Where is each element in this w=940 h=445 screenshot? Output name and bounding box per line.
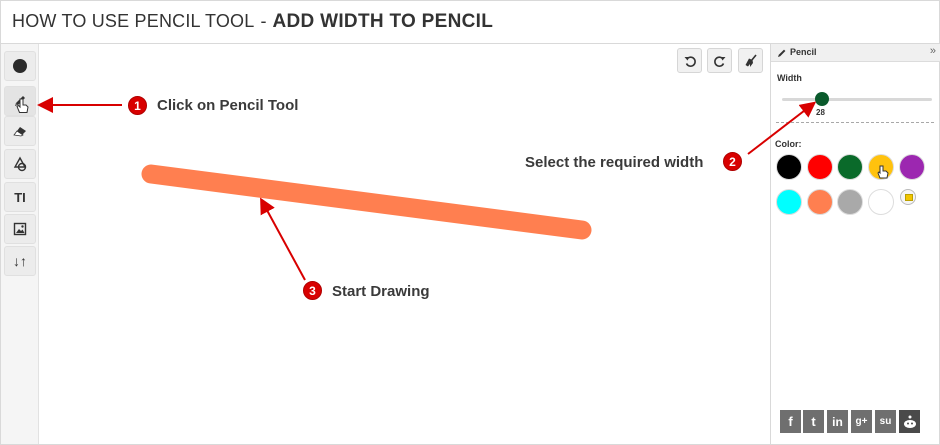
pencil-icon [15,96,25,106]
shapes-tool-button[interactable] [4,149,36,179]
pencil-stroke [141,164,592,240]
color-swatch-purple[interactable] [899,154,925,180]
width-slider-track[interactable] [782,98,932,101]
undo-button[interactable] [677,48,702,73]
width-label: Width [777,73,802,83]
reddit-icon [903,415,916,428]
color-swatch-green[interactable] [837,154,863,180]
page-main-title: ADD WIDTH TO PENCIL [272,11,494,32]
pencil-icon [778,49,786,57]
stumbleupon-share-button[interactable]: su [875,410,896,433]
facebook-icon: f [788,414,793,429]
linkedin-share-button[interactable]: in [827,410,848,433]
page-subtitle: HOW TO USE PENCIL TOOL [12,11,255,31]
linkedin-icon: in [832,414,843,429]
image-tool-button[interactable] [4,214,36,244]
page-title: HOW TO USE PENCIL TOOL - ADD WIDTH TO PENC… [12,11,493,33]
color-swatch-gray[interactable] [837,189,863,215]
pencil-options-panel: Pencil » Width 28 Color: f t in g+ su [770,44,940,444]
color-swatch-white[interactable] [868,189,894,215]
text-icon: TI [14,189,26,205]
title-separator: - [260,11,267,31]
redo-icon [713,55,725,67]
header: HOW TO USE PENCIL TOOL - ADD WIDTH TO PENC… [1,1,939,44]
panel-title: Pencil [790,47,817,57]
google-plus-icon: g+ [855,416,868,427]
filled-circle-icon [13,59,27,73]
undo-icon [684,55,696,67]
color-swatch-cyan[interactable] [776,189,802,215]
pencil-tool-button[interactable] [4,86,36,116]
color-swatch-coral[interactable] [807,189,833,215]
panel-expand-button[interactable]: » [930,45,936,57]
stumbleupon-icon: su [879,416,892,427]
text-tool-button[interactable]: TI [4,182,36,212]
broom-icon [745,53,757,67]
hand-cursor-icon [877,165,889,179]
divider [776,122,934,123]
sort-arrows-icon: ↓↑ [13,253,27,269]
width-value: 28 [816,108,825,117]
eraser-tool-button[interactable] [4,116,36,146]
custom-color-picker[interactable] [900,189,916,205]
eraser-icon [13,127,26,137]
shapes-icon [13,156,27,172]
width-slider-thumb[interactable] [815,92,829,106]
clear-canvas-button[interactable] [738,48,763,73]
google-plus-share-button[interactable]: g+ [851,410,872,433]
redo-button[interactable] [707,48,732,73]
twitter-icon: t [811,414,816,429]
panel-header: Pencil » [771,44,940,62]
brush-size-button[interactable] [4,51,36,81]
drawing-canvas[interactable] [40,44,770,444]
image-icon [13,222,27,236]
reddit-share-button[interactable] [899,410,920,433]
color-swatch-yellow[interactable] [868,154,894,180]
arrange-tool-button[interactable]: ↓↑ [4,246,36,276]
color-swatch-red[interactable] [807,154,833,180]
left-toolbar: TI ↓↑ [1,44,39,444]
color-label: Color: [775,139,802,149]
twitter-share-button[interactable]: t [803,410,824,433]
color-swatch-black[interactable] [776,154,802,180]
facebook-share-button[interactable]: f [780,410,801,433]
